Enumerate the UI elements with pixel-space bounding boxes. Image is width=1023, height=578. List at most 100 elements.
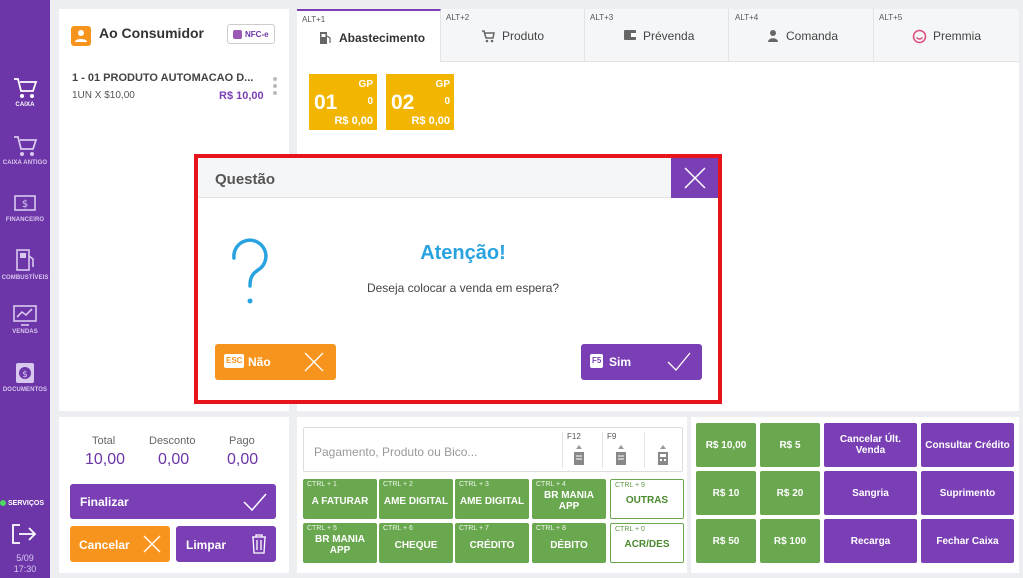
payment-label: AME DIGITAL	[459, 496, 525, 507]
payment-shortcut: CTRL + 5	[307, 525, 337, 532]
dialog-title: Questão	[215, 171, 276, 188]
payment-acr-des[interactable]: CTRL + 0 ACR/DES	[610, 523, 684, 563]
logo-icon	[14, 20, 34, 44]
payment-shortcut: CTRL + 7	[459, 525, 489, 532]
dialog-close-button[interactable]	[671, 158, 718, 198]
search-input[interactable]: Pagamento, Produto ou Bico... F12 F9	[303, 427, 683, 472]
tab-hotkey: ALT+4	[735, 13, 759, 22]
payment-label: AME DIGITAL	[383, 496, 449, 507]
suprimento-button[interactable]: Suprimento	[921, 471, 1014, 515]
dialog-no-button[interactable]: ESC Não	[215, 344, 336, 380]
finalize-label: Finalizar	[80, 495, 129, 509]
sidebar-item-combustiveis[interactable]: COMBUSTÍVEIS	[0, 243, 50, 299]
payment-debito[interactable]: CTRL + 8 DÉBITO	[532, 523, 606, 563]
quick-r5-button[interactable]: R$ 5	[760, 423, 820, 467]
chart-icon	[13, 305, 37, 326]
check-icon	[667, 352, 691, 371]
payment-label: A FATURAR	[311, 496, 369, 507]
cart-item-title[interactable]: 1 - 01 PRODUTO AUTOMACAO D...	[72, 72, 253, 84]
payment-ame-digital-2[interactable]: CTRL + 3 AME DIGITAL	[455, 479, 529, 519]
paid-label: Pago	[229, 435, 255, 447]
exit-icon[interactable]	[10, 522, 38, 546]
cancel-last-sale-button[interactable]: Cancelar Últ. Venda	[824, 423, 917, 467]
dialog-yes-button[interactable]: F5 Sim	[581, 344, 702, 380]
pump-value: R$ 0,00	[411, 115, 450, 127]
close-icon	[304, 352, 324, 372]
payment-label: BR MANIA APP	[544, 490, 594, 512]
document-type-badge[interactable]: NFC-e	[227, 24, 275, 44]
tab-abastecimento[interactable]: ALT+1 Abastecimento	[297, 9, 441, 62]
fuel-pump-card[interactable]: 02 GP 0 R$ 0,00	[386, 74, 454, 130]
status-dot	[0, 500, 6, 507]
cart-icon	[482, 30, 495, 43]
check-credit-button[interactable]: Consultar Crédito	[921, 423, 1014, 467]
quick-r10-00-button[interactable]: R$ 10,00	[696, 423, 756, 467]
fuel-pump-card[interactable]: 01 GP 0 R$ 0,00	[309, 74, 377, 130]
recarga-button[interactable]: Recarga	[824, 519, 917, 563]
payment-cheque[interactable]: CTRL + 6 CHEQUE	[379, 523, 453, 563]
sidebar-item-documentos[interactable]: $ DOCUMENTOS	[0, 355, 50, 411]
close-cash-button[interactable]: Fechar Caixa	[921, 519, 1014, 563]
tab-label: Abastecimento	[339, 31, 426, 45]
close-icon	[684, 167, 706, 189]
sidebar-item-label: CAIXA ANTIGO	[2, 160, 48, 166]
tab-comanda[interactable]: ALT+4 Comanda	[730, 9, 874, 62]
payment-label: BR MANIA APP	[315, 534, 365, 556]
payment-a-faturar[interactable]: CTRL + 1 A FATURAR	[303, 479, 377, 519]
pump-value: R$ 0,00	[334, 115, 373, 127]
clear-button[interactable]: Limpar	[176, 526, 276, 562]
payment-outras[interactable]: CTRL + 9 OUTRAS	[610, 479, 684, 519]
sidebar-item-financeiro[interactable]: $ FINANCEIRO	[0, 187, 50, 243]
svg-text:$: $	[22, 199, 28, 210]
payment-br-mania-app[interactable]: CTRL + 4 BR MANIA APP	[532, 479, 606, 519]
smile-icon	[912, 29, 927, 44]
sidebar-item-caixa[interactable]: CAIXA	[0, 72, 50, 128]
f12-key-label: F12	[567, 432, 581, 441]
quick-r20-button[interactable]: R$ 20	[760, 471, 820, 515]
payment-shortcut: CTRL + 9	[615, 482, 645, 489]
tab-premmia[interactable]: ALT+5 Premmia	[874, 9, 1018, 62]
quick-r50-button[interactable]: R$ 50	[696, 519, 756, 563]
yes-label: Sim	[609, 355, 632, 369]
sangria-button[interactable]: Sangria	[824, 471, 917, 515]
sidebar: CAIXA CAIXA ANTIGO $ FINANCEIRO COMBUSTÍ…	[0, 0, 50, 578]
divider	[644, 432, 645, 468]
payment-label: CHEQUE	[394, 540, 438, 551]
sidebar-item-caixa-antigo[interactable]: CAIXA ANTIGO	[0, 130, 50, 186]
tab-prevenda[interactable]: ALT+3 Prévenda	[585, 9, 729, 62]
payment-br-mania-app-2[interactable]: CTRL + 5 BR MANIA APP	[303, 523, 377, 563]
close-icon	[143, 535, 161, 553]
sidebar-item-vendas[interactable]: VENDAS	[0, 299, 50, 355]
finalize-button[interactable]: Finalizar	[70, 484, 276, 519]
user-icon	[71, 26, 91, 46]
quick-r10-button[interactable]: R$ 10	[696, 471, 756, 515]
pump-number: 01	[314, 91, 338, 114]
no-label: Não	[248, 355, 271, 369]
f5-keycap: F5	[590, 354, 604, 368]
item-menu-icon[interactable]	[273, 77, 279, 97]
wallet-icon	[624, 30, 636, 40]
payment-credito[interactable]: CTRL + 7 CRÉDITO	[455, 523, 529, 563]
sidebar-time: 17:30	[13, 564, 37, 574]
total-value: 10,00	[85, 451, 126, 468]
sidebar-item-label: CAIXA	[15, 102, 35, 108]
pump-code: GP	[435, 79, 450, 90]
payment-ame-digital[interactable]: CTRL + 2 AME DIGITAL	[379, 479, 453, 519]
services-status[interactable]: SERVIÇOS	[0, 500, 50, 507]
document-type-label: NFC-e	[245, 30, 269, 39]
cart-icon	[14, 136, 38, 156]
check-icon	[243, 493, 267, 512]
pump-liters: 0	[444, 96, 450, 107]
calculator-icon[interactable]	[656, 444, 670, 466]
tab-label: Prévenda	[643, 29, 695, 43]
quick-r100-button[interactable]: R$ 100	[760, 519, 820, 563]
document-icon[interactable]	[614, 444, 628, 466]
discount-value: 0,00	[158, 451, 190, 468]
tab-hotkey: ALT+3	[590, 13, 614, 22]
divider	[562, 432, 563, 468]
cancel-button[interactable]: Cancelar	[70, 526, 170, 562]
tab-produto[interactable]: ALT+2 Produto	[441, 9, 585, 62]
customer-name[interactable]: Ao Consumidor	[99, 25, 204, 41]
receipt-icon[interactable]	[572, 444, 586, 466]
cart-icon	[14, 78, 38, 98]
